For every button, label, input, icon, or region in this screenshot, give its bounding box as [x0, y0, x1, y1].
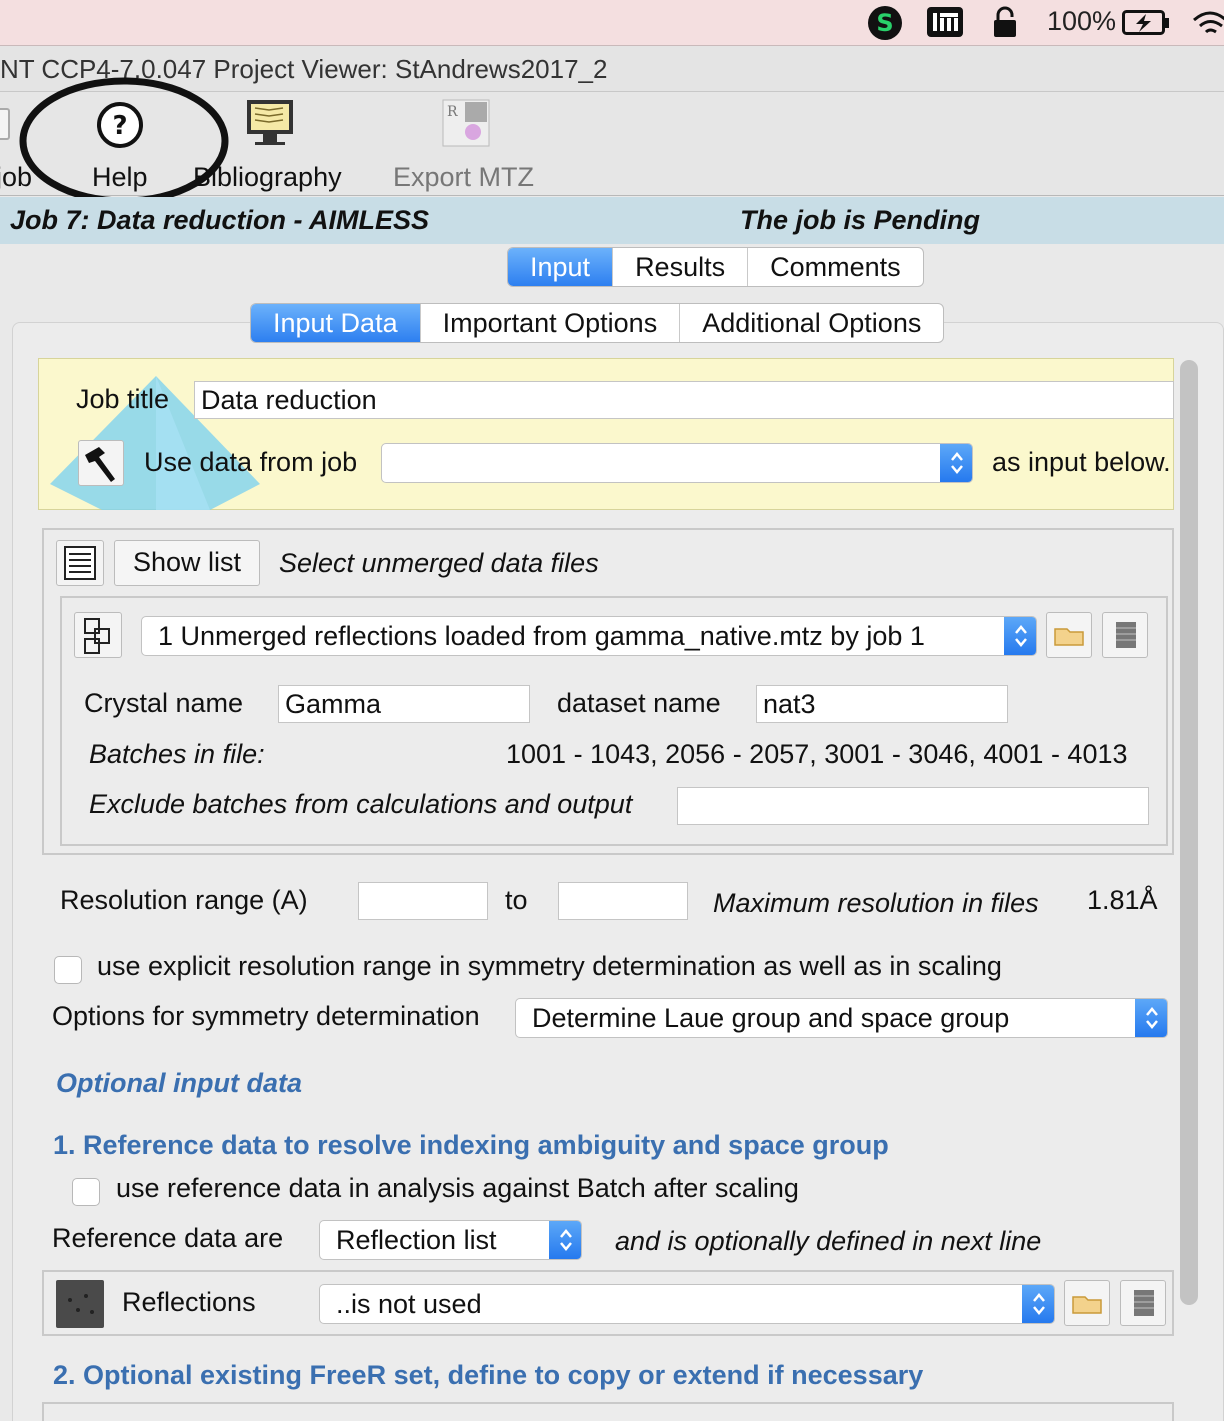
- reference-checkbox-label: use reference data in analysis against B…: [116, 1173, 799, 1203]
- battery-icon[interactable]: [1122, 10, 1170, 36]
- reference-heading: 1. Reference data to resolve indexing am…: [53, 1130, 889, 1160]
- dataset-name-input[interactable]: nat3: [756, 685, 1008, 723]
- hammer-button[interactable]: [78, 440, 124, 486]
- dollar-icon[interactable]: S: [866, 4, 904, 42]
- reference-type-note: and is optionally defined in next line: [615, 1226, 1042, 1256]
- resolution-label: Resolution range (A): [60, 885, 308, 915]
- sub-tabs: Input Data Important Options Additional …: [250, 303, 945, 343]
- wifi-icon[interactable]: [1192, 6, 1224, 40]
- svg-text:S: S: [876, 9, 893, 37]
- folder-icon: [1072, 1296, 1102, 1314]
- lock-icon[interactable]: [992, 6, 1018, 38]
- crystal-name-input[interactable]: Gamma: [278, 685, 530, 723]
- toolbar-export-mtz-button[interactable]: Export MTZ: [393, 162, 534, 193]
- freer-heading: 2. Optional existing FreeR set, define t…: [53, 1360, 924, 1390]
- reflections-label: Reflections: [122, 1287, 256, 1317]
- chevron-updown-icon: [549, 1221, 581, 1259]
- freer-row: [42, 1402, 1174, 1421]
- job-title-label: Job title: [76, 384, 170, 414]
- reflections-value: ..is not used: [336, 1289, 482, 1319]
- reference-type-value: Reflection list: [336, 1225, 497, 1255]
- list-icon: [64, 546, 96, 580]
- resolution-from-input[interactable]: [358, 882, 488, 920]
- explicit-resolution-checkbox[interactable]: [54, 956, 82, 984]
- job-title-input[interactable]: Data reduction: [194, 381, 1174, 419]
- job-header: Job 7: Data reduction - AIMLESS The job …: [0, 197, 1224, 244]
- browse-folder-button[interactable]: [1046, 612, 1092, 658]
- reflections-select[interactable]: ..is not used: [319, 1284, 1055, 1324]
- reference-checkbox[interactable]: [72, 1178, 100, 1206]
- show-list-button[interactable]: Show list: [114, 540, 260, 586]
- unmerged-file-value: 1 Unmerged reflections loaded from gamma…: [158, 621, 925, 651]
- use-data-suffix: as input below.: [992, 447, 1171, 477]
- resolution-to-label: to: [505, 885, 528, 915]
- tab-input-data[interactable]: Input Data: [251, 304, 421, 342]
- resolution-to-input[interactable]: [558, 882, 688, 920]
- battery-percent: 100%: [1047, 6, 1117, 36]
- explicit-resolution-label: use explicit resolution range in symmetr…: [97, 951, 1002, 981]
- reflections-icon: [56, 1280, 104, 1328]
- max-resolution-label: Maximum resolution in files: [713, 888, 1039, 918]
- export-mtz-icon[interactable]: R: [441, 98, 491, 148]
- main-tabs: Input Results Comments: [507, 247, 924, 287]
- job-status: The job is Pending: [740, 205, 981, 235]
- scrollbar[interactable]: [1180, 360, 1198, 1305]
- chevron-updown-icon: [940, 444, 972, 482]
- keyboard-icon[interactable]: [926, 6, 964, 38]
- bibliography-icon[interactable]: [243, 98, 297, 148]
- unmerged-heading: Select unmerged data files: [279, 548, 599, 578]
- database-icon: [1134, 1290, 1154, 1316]
- unmerged-file-select[interactable]: 1 Unmerged reflections loaded from gamma…: [141, 616, 1037, 656]
- tab-input[interactable]: Input: [508, 248, 614, 286]
- job-title-header: Job 7: Data reduction - AIMLESS: [10, 205, 430, 235]
- reference-type-select[interactable]: Reflection list: [319, 1220, 582, 1260]
- list-button[interactable]: [56, 540, 104, 586]
- symmetry-select[interactable]: Determine Laue group and space group: [515, 998, 1168, 1038]
- reflections-browse-button[interactable]: [1064, 1280, 1110, 1326]
- optional-input-heading: Optional input data: [56, 1068, 302, 1098]
- tab-results[interactable]: Results: [613, 248, 749, 286]
- tab-important-options[interactable]: Important Options: [421, 304, 681, 342]
- exclude-batches-input[interactable]: [677, 787, 1149, 825]
- max-resolution-value: 1.81Å: [1087, 885, 1158, 915]
- system-menubar: S 100%: [0, 0, 1224, 46]
- database-icon: [1116, 622, 1136, 648]
- batches-label: Batches in file:: [89, 739, 265, 769]
- use-data-select[interactable]: [381, 443, 973, 483]
- expand-button[interactable]: [74, 612, 122, 658]
- reference-type-label: Reference data are: [52, 1223, 284, 1253]
- use-data-label: Use data from job: [144, 447, 358, 477]
- exclude-batches-label: Exclude batches from calculations and ou…: [89, 789, 633, 819]
- database-button[interactable]: [1102, 612, 1148, 658]
- annotation-circle: [19, 77, 229, 205]
- svg-text:R: R: [447, 104, 458, 120]
- hammer-icon: [85, 447, 115, 482]
- tab-additional-options[interactable]: Additional Options: [680, 304, 943, 342]
- expand-icon: [84, 618, 110, 654]
- dataset-name-label: dataset name: [557, 688, 721, 718]
- crystal-name-label: Crystal name: [84, 688, 244, 718]
- symmetry-value: Determine Laue group and space group: [532, 1003, 1010, 1033]
- toolbar: job ? Help Bibliography R Export MTZ: [0, 77, 1224, 205]
- tab-comments[interactable]: Comments: [748, 248, 923, 286]
- chevron-updown-icon: [1135, 999, 1167, 1037]
- batches-value: 1001 - 1043, 2056 - 2057, 3001 - 3046, 4…: [506, 739, 1128, 769]
- chevron-updown-icon: [1022, 1285, 1054, 1323]
- reflections-database-button[interactable]: [1120, 1280, 1166, 1326]
- job-icon: [0, 108, 10, 140]
- folder-icon: [1054, 628, 1084, 646]
- chevron-updown-icon: [1004, 617, 1036, 655]
- symmetry-label: Options for symmetry determination: [52, 1001, 480, 1031]
